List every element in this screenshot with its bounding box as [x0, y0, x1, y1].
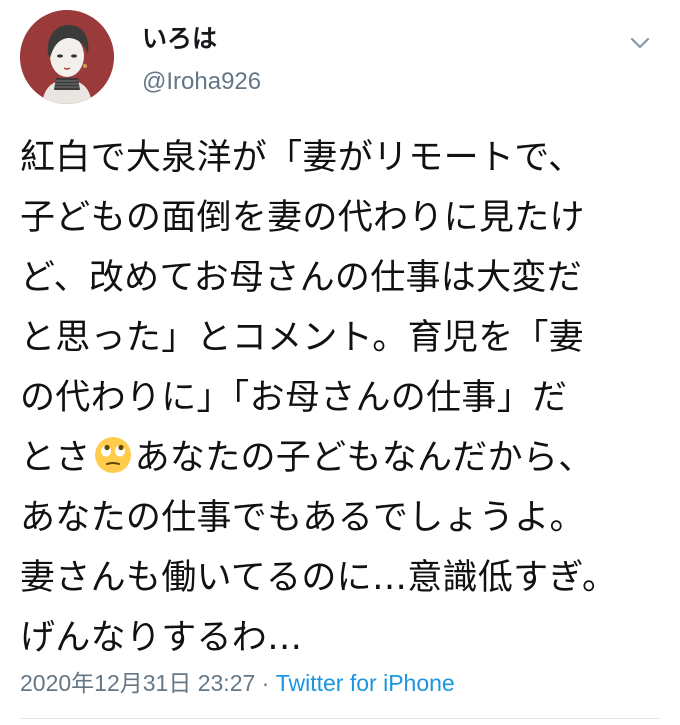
display-name[interactable]: いろは [142, 24, 261, 54]
tweet-text: 紅白で大泉洋が「妻がリモートで、 子どもの面倒を妻の代わりに見たけ ど、改めてお… [20, 128, 670, 668]
rolling-eyes-emoji-icon [93, 434, 133, 474]
meta-separator: · [255, 670, 276, 696]
tweet-text-fragment: あなたの子どもなんだから、 [134, 438, 594, 478]
tweet-text-line: 子どもの面倒を妻の代わりに見たけ [20, 198, 585, 238]
tweet-text-line: 紅白で大泉洋が「妻がリモートで、 [20, 138, 584, 178]
tweet-text-line: の代わりに」「お母さんの仕事」だ [20, 378, 568, 418]
portrait-avatar-icon [20, 10, 114, 104]
tweet-text-line: と思った」とコメント。育児を「妻 [20, 318, 585, 358]
author-names: いろは @Iroha926 [142, 24, 261, 96]
source-link[interactable]: Twitter for iPhone [276, 670, 455, 696]
tweet-text-line: ど、改めてお母さんの仕事は大変だ [20, 258, 583, 298]
tweet-text-line: あなたの仕事でもあるでしょうよ。 [20, 498, 585, 538]
tweet-text-fragment: とさ [20, 438, 91, 478]
tweet-meta: 2020年12月31日 23:27 · Twitter for iPhone [20, 668, 455, 698]
avatar[interactable] [20, 10, 114, 104]
tweet-header: いろは @Iroha926 [20, 10, 660, 110]
user-handle[interactable]: @Iroha926 [142, 68, 261, 96]
tweet-text-line: げんなりするわ… [20, 618, 303, 658]
chevron-down-icon[interactable] [628, 34, 652, 52]
tweet-text-line: とさ あなたの子どもなんだから、 [20, 428, 670, 488]
timestamp[interactable]: 2020年12月31日 23:27 [20, 670, 255, 696]
divider [20, 718, 660, 719]
tweet-card: いろは @Iroha926 紅白で大泉洋が「妻がリモートで、 子どもの面倒を妻の… [0, 0, 680, 725]
tweet-text-line: 妻さんも働いてるのに…意識低すぎ。 [20, 558, 618, 598]
